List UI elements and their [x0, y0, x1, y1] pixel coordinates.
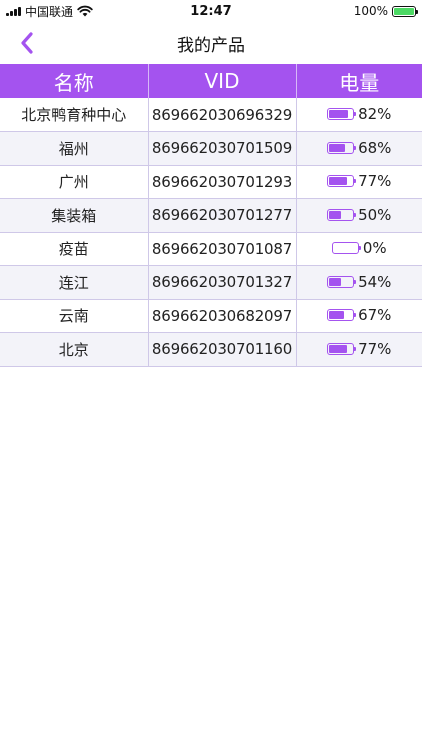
- battery-icon: [331, 242, 361, 255]
- wifi-icon: [77, 5, 93, 17]
- cell-name: 北京: [0, 332, 149, 367]
- power-indicator: 68%: [327, 139, 391, 157]
- power-indicator: 67%: [327, 306, 391, 324]
- cell-power: 77%: [296, 332, 422, 367]
- cell-vid: 869662030701087: [148, 232, 297, 266]
- column-header-power[interactable]: 电量: [296, 64, 422, 98]
- table-row[interactable]: 连江 869662030701327 54%: [0, 265, 422, 300]
- battery-icon: [327, 108, 357, 120]
- cell-vid: 869662030701160: [148, 332, 297, 367]
- power-text: 82%: [358, 105, 392, 123]
- battery-level: [329, 344, 347, 353]
- cell-name: 云南: [0, 299, 149, 333]
- table-header: 名称 VID 电量: [0, 64, 422, 98]
- cell-vid: 869662030696329: [148, 98, 297, 132]
- battery-level: [329, 110, 348, 118]
- battery-percent: 100%: [353, 4, 388, 18]
- signal-icon: [6, 6, 21, 16]
- battery-level: [329, 177, 347, 186]
- power-indicator: 50%: [327, 206, 391, 224]
- cell-power: 54%: [296, 265, 422, 300]
- cell-name: 连江: [0, 265, 149, 300]
- battery-level: [329, 210, 341, 219]
- cell-power: 82%: [296, 98, 422, 132]
- power-indicator: 77%: [327, 340, 391, 358]
- chevron-left-icon: [21, 32, 33, 54]
- cell-vid: 869662030701277: [148, 198, 297, 233]
- battery-level: [329, 143, 345, 152]
- battery-icon: [392, 5, 418, 17]
- power-text: 77%: [358, 172, 392, 191]
- battery-icon: [327, 342, 357, 355]
- cell-name: 福州: [0, 131, 149, 166]
- battery-icon: [327, 275, 357, 288]
- power-indicator: 54%: [327, 273, 391, 291]
- battery-icon: [327, 208, 357, 221]
- table-row[interactable]: 疫苗 869662030701087 0%: [0, 232, 422, 266]
- cell-power: 0%: [296, 232, 422, 266]
- cell-name: 广州: [0, 165, 149, 199]
- battery-level: [329, 311, 345, 320]
- power-indicator: 77%: [327, 172, 391, 190]
- status-left: 中国联通: [6, 3, 93, 20]
- column-header-vid[interactable]: VID: [148, 64, 297, 98]
- status-bar: 中国联通 12:47 100%: [0, 0, 422, 22]
- table-row[interactable]: 广州 869662030701293 77%: [0, 165, 422, 199]
- cell-vid: 869662030701327: [148, 265, 297, 300]
- carrier-label: 中国联通: [25, 4, 74, 19]
- page-title: 我的产品: [177, 35, 245, 56]
- battery-fill: [394, 7, 414, 15]
- table-row[interactable]: 北京鸭育种中心 869662030696329 82%: [0, 98, 422, 132]
- table-row[interactable]: 集装箱 869662030701277 50%: [0, 198, 422, 233]
- cell-name: 集装箱: [0, 198, 149, 233]
- power-indicator: 82%: [327, 105, 391, 123]
- back-button[interactable]: [12, 28, 42, 58]
- battery-icon: [327, 309, 357, 322]
- battery-level: [329, 277, 342, 286]
- status-right: 100%: [353, 4, 418, 18]
- cell-vid: 869662030701509: [148, 131, 297, 166]
- cell-name: 疫苗: [0, 232, 149, 266]
- battery-icon: [327, 141, 357, 154]
- table-row[interactable]: 福州 869662030701509 68%: [0, 131, 422, 166]
- battery-icon: [327, 175, 357, 188]
- product-table: 名称 VID 电量 北京鸭育种中心 869662030696329 82% 福州 869…: [0, 64, 422, 367]
- power-text: 67%: [358, 306, 392, 325]
- cell-name: 北京鸭育种中心: [0, 98, 149, 132]
- power-text: 50%: [358, 205, 392, 224]
- power-indicator: 0%: [331, 239, 387, 258]
- cell-vid: 869662030701293: [148, 165, 297, 199]
- nav-bar: 我的产品: [0, 22, 422, 64]
- cell-power: 67%: [296, 299, 422, 333]
- table-row[interactable]: 北京 869662030701160 77%: [0, 332, 422, 367]
- power-text: 54%: [358, 272, 392, 291]
- table-body: 北京鸭育种中心 869662030696329 82% 福州 8696620307015…: [0, 98, 422, 367]
- power-text: 0%: [362, 239, 387, 258]
- cell-vid: 869662030682097: [148, 299, 297, 333]
- cell-power: 68%: [296, 131, 422, 166]
- power-text: 77%: [358, 339, 392, 358]
- cell-power: 50%: [296, 198, 422, 233]
- power-text: 68%: [358, 138, 392, 157]
- cell-power: 77%: [296, 165, 422, 199]
- column-header-name[interactable]: 名称: [0, 64, 149, 98]
- table-row[interactable]: 云南 869662030682097 67%: [0, 299, 422, 333]
